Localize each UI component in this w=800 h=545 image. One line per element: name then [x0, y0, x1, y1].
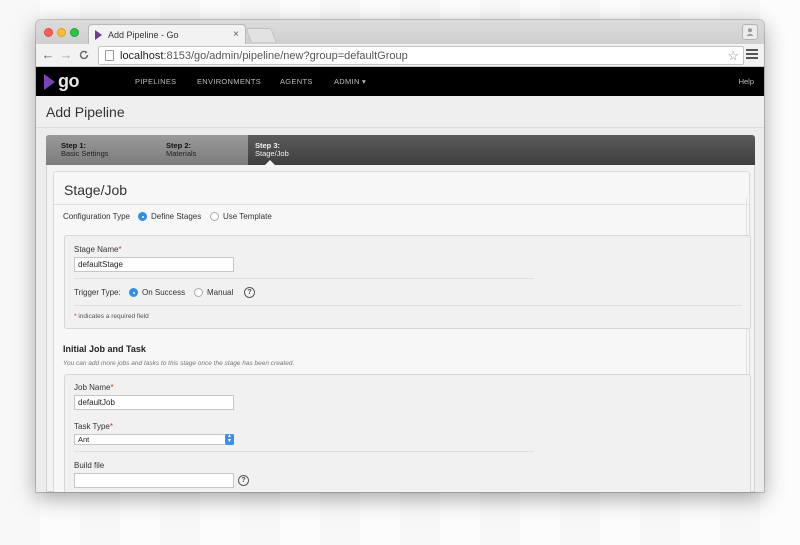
required-mark: *	[109, 422, 113, 431]
page-title-bar: Add Pipeline	[36, 96, 764, 128]
use-template-radio[interactable]	[210, 212, 219, 221]
forward-arrow-icon[interactable]: →	[58, 47, 74, 63]
bookmark-star-icon[interactable]: ☆	[727, 48, 739, 64]
trigger-divider	[74, 305, 742, 306]
trigger-type-label: Trigger Type:	[74, 288, 121, 297]
tab-strip: Add Pipeline - Go ×	[36, 20, 764, 44]
reload-icon[interactable]	[76, 47, 92, 63]
use-template-label[interactable]: Use Template	[223, 212, 272, 221]
wizard-steps: Step 1: Basic Settings Step 2: Materials…	[46, 135, 755, 165]
url-path: :8153/go/admin/pipeline/new?group=defaul…	[163, 49, 408, 62]
task-type-select[interactable]: Ant ▴ ▾	[74, 433, 234, 445]
required-mark: *	[110, 383, 114, 392]
stage-job-panel: Stage/Job Configuration Type Define Stag…	[46, 165, 755, 492]
url-host: localhost	[120, 49, 164, 62]
page-icon	[105, 50, 114, 61]
go-logo[interactable]: go	[44, 71, 80, 92]
on-success-label[interactable]: On Success	[142, 288, 185, 297]
stage-name-label-text: Stage Name	[74, 245, 119, 254]
initial-job-hint: You can add more jobs and tasks to this …	[63, 360, 295, 367]
nav-environments[interactable]: ENVIRONMENTS	[197, 77, 261, 86]
stage-name-label: Stage Name*	[74, 245, 122, 254]
build-file-help-icon[interactable]: ?	[238, 475, 249, 486]
job-name-input[interactable]: defaultJob	[74, 395, 234, 410]
minimize-window-button[interactable]	[57, 28, 66, 37]
initial-job-heading: Initial Job and Task	[63, 344, 146, 354]
tab-title: Add Pipeline - Go	[108, 29, 179, 40]
hamburger-menu-icon[interactable]	[746, 49, 758, 61]
task-divider	[74, 451, 534, 452]
address-bar[interactable]: localhost :8153/go/admin/pipeline/new?gr…	[98, 46, 744, 65]
section-title: Stage/Job	[64, 182, 128, 198]
app-header: go PIPELINES ENVIRONMENTS AGENTS ADMIN ▾…	[36, 67, 764, 96]
new-tab-button[interactable]	[245, 28, 277, 42]
stage-job-form: Stage/Job Configuration Type Define Stag…	[53, 171, 751, 492]
required-field-note: * indicates a required field	[74, 313, 149, 320]
required-mark: *	[118, 245, 122, 254]
define-stages-label[interactable]: Define Stages	[151, 212, 201, 221]
on-success-radio[interactable]	[129, 288, 138, 297]
task-type-label-text: Task Type	[74, 422, 110, 431]
stage-divider	[74, 278, 534, 279]
stage-name-input[interactable]: defaultStage	[74, 257, 234, 272]
wizard-step-materials[interactable]: Step 2: Materials	[166, 142, 196, 158]
zoom-window-button[interactable]	[70, 28, 79, 37]
configuration-type-label: Configuration Type	[63, 212, 131, 221]
manual-label[interactable]: Manual	[207, 288, 233, 297]
build-file-input[interactable]	[74, 473, 234, 488]
stage-settings-box: Stage Name* defaultStage Trigger Type: O…	[64, 235, 751, 329]
logo-text: go	[58, 71, 80, 91]
help-link[interactable]: Help	[739, 77, 754, 86]
step-label: Stage/Job	[255, 149, 289, 158]
required-note-text: indicates a required field	[76, 313, 149, 320]
browser-tab[interactable]: Add Pipeline - Go ×	[88, 24, 246, 44]
tab-close-icon[interactable]: ×	[233, 29, 239, 40]
trigger-help-icon[interactable]: ?	[244, 287, 255, 298]
close-window-button[interactable]	[44, 28, 53, 37]
wizard-step-basic-settings[interactable]: Step 1: Basic Settings	[61, 142, 109, 158]
browser-window: Add Pipeline - Go × ← → localhost :8153/…	[36, 20, 764, 492]
go-favicon-icon	[95, 29, 102, 40]
step-label: Basic Settings	[61, 149, 109, 158]
build-file-label: Build file	[74, 461, 105, 470]
define-stages-radio[interactable]	[138, 212, 147, 221]
nav-admin[interactable]: ADMIN ▾	[334, 77, 366, 86]
nav-agents[interactable]: AGENTS	[280, 77, 313, 86]
task-type-value: Ant	[78, 435, 90, 444]
wizard-step-stage-job[interactable]: Step 3: Stage/Job	[255, 142, 289, 158]
job-name-label: Job Name*	[74, 383, 114, 392]
title-divider	[54, 204, 751, 205]
task-type-label: Task Type*	[74, 422, 113, 431]
manual-radio[interactable]	[194, 288, 203, 297]
job-settings-box: Job Name* defaultJob Task Type* Ant ▴ ▾ B…	[64, 374, 751, 492]
back-arrow-icon[interactable]: ←	[40, 47, 56, 63]
job-name-label-text: Job Name	[74, 383, 111, 392]
step-label: Materials	[166, 149, 197, 158]
go-logo-icon	[44, 73, 55, 90]
page-title: Add Pipeline	[46, 104, 125, 120]
select-arrows-icon: ▴ ▾	[225, 433, 234, 445]
browser-toolbar: ← → localhost :8153/go/admin/pipeline/ne…	[36, 44, 764, 67]
nav-pipelines[interactable]: PIPELINES	[135, 77, 176, 86]
profile-icon[interactable]	[742, 24, 758, 40]
